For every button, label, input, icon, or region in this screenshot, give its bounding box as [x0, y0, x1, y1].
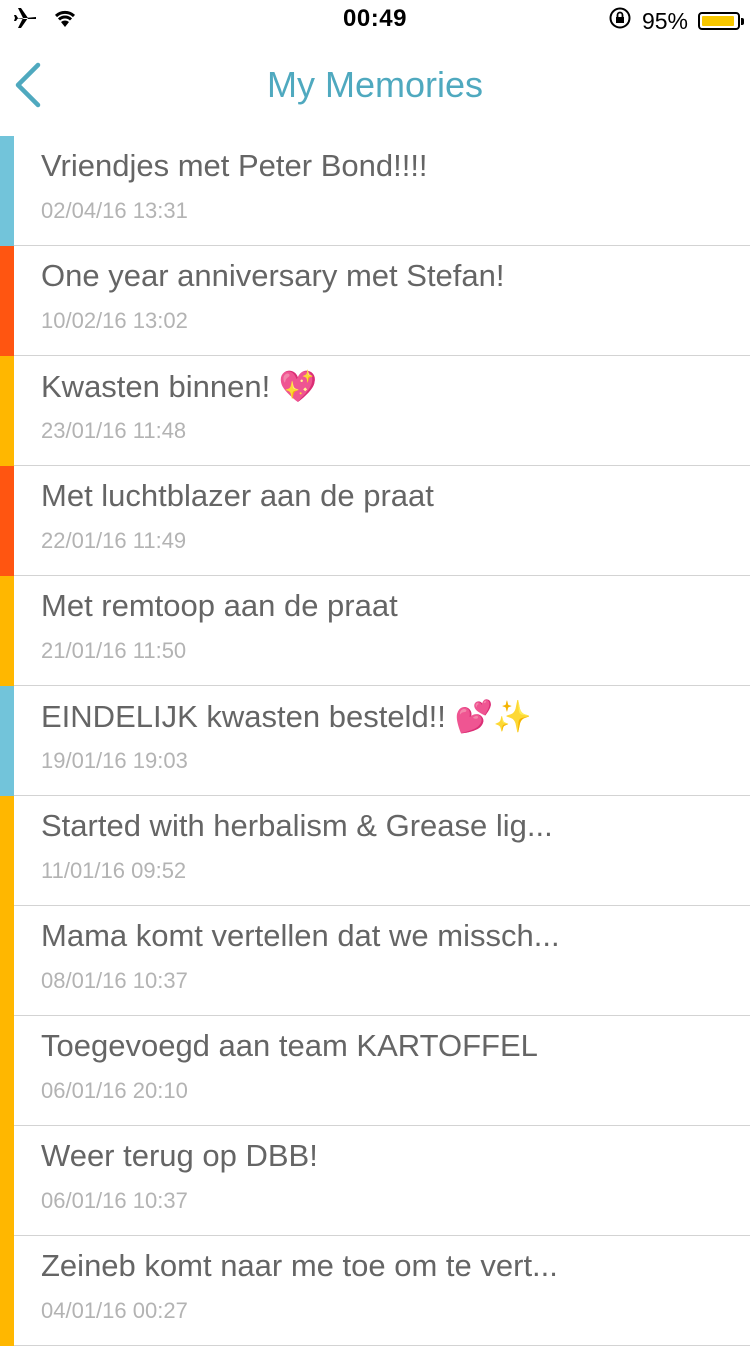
memory-color-strip	[0, 246, 14, 356]
status-right-group: 95%	[608, 6, 744, 36]
memory-color-strip	[0, 1126, 14, 1236]
battery-fill	[702, 16, 735, 26]
memory-title: Kwasten binnen! 💖	[41, 369, 318, 404]
memory-date: 06/01/16 10:37	[41, 1188, 188, 1213]
battery-percent: 95%	[641, 7, 688, 34]
memory-row[interactable]: Weer terug op DBB! 06/01/16 10:37	[0, 1126, 750, 1236]
navigation-bar: My Memories	[0, 40, 750, 136]
memory-date: 23/01/16 11:48	[41, 418, 187, 443]
memory-row[interactable]: Met luchtblazer aan de praat 22/01/16 11:…	[0, 466, 750, 576]
memory-title: Weer terug op DBB!	[41, 1138, 318, 1173]
memory-color-strip	[0, 906, 14, 1016]
memory-color-strip	[0, 136, 14, 246]
memory-color-strip	[0, 356, 14, 466]
rotation-lock-icon	[608, 6, 632, 36]
status-bar: 00:49 95%	[0, 0, 750, 40]
memory-title: Vriendjes met Peter Bond!!!!	[41, 148, 428, 183]
memory-title: Started with herbalism & Grease lig...	[41, 808, 553, 843]
memory-date: 10/02/16 13:02	[41, 308, 188, 333]
memory-date: 22/01/16 11:49	[41, 528, 187, 553]
memory-row[interactable]: Started with herbalism & Grease lig... 11…	[0, 796, 750, 906]
memory-row[interactable]: Toegevoegd aan team KARTOFFEL 06/01/16 20…	[0, 1016, 750, 1126]
memory-row[interactable]: Vriendjes met Peter Bond!!!! 02/04/16 13:…	[0, 136, 750, 246]
memory-date: 06/01/16 20:10	[41, 1078, 188, 1103]
memory-title: Met luchtblazer aan de praat	[41, 478, 434, 513]
memory-row[interactable]: Mama komt vertellen dat we missch... 08/0…	[0, 906, 750, 1016]
memory-color-strip	[0, 686, 14, 796]
memory-date: 02/04/16 13:31	[41, 198, 188, 223]
memory-row[interactable]: Met remtoop aan de praat 21/01/16 11:50	[0, 576, 750, 686]
memory-title: Mama komt vertellen dat we missch...	[41, 918, 560, 953]
memory-date: 04/01/16 00:27	[41, 1298, 188, 1323]
memory-row[interactable]: Kwasten binnen! 💖 23/01/16 11:48	[0, 356, 750, 466]
memory-title: Toegevoegd aan team KARTOFFEL	[41, 1028, 538, 1063]
page-title: My Memories	[266, 64, 484, 105]
memory-title: EINDELIJK kwasten besteld!! 💕✨	[41, 699, 532, 734]
memory-date: 11/01/16 09:52	[41, 858, 187, 883]
memory-list: Vriendjes met Peter Bond!!!! 02/04/16 13:…	[0, 136, 750, 1346]
memory-color-strip	[0, 466, 14, 576]
battery-icon	[698, 12, 744, 30]
memory-color-strip	[0, 796, 14, 906]
memory-color-strip	[0, 576, 14, 686]
memory-title: One year anniversary met Stefan!	[41, 258, 505, 293]
memory-row[interactable]: EINDELIJK kwasten besteld!! 💕✨ 19/01/16 1…	[0, 686, 750, 796]
memory-date: 21/01/16 11:50	[41, 638, 187, 663]
memory-title: Met remtoop aan de praat	[41, 588, 398, 623]
memory-row[interactable]: Zeineb komt naar me toe om te vert... 04/…	[0, 1236, 750, 1346]
memory-title: Zeineb komt naar me toe om te vert...	[41, 1248, 558, 1283]
memory-date: 19/01/16 19:03	[41, 748, 188, 773]
memory-color-strip	[0, 1236, 14, 1346]
memory-row[interactable]: One year anniversary met Stefan! 10/02/16…	[0, 246, 750, 356]
memory-color-strip	[0, 1016, 14, 1126]
memory-date: 08/01/16 10:37	[41, 968, 188, 993]
